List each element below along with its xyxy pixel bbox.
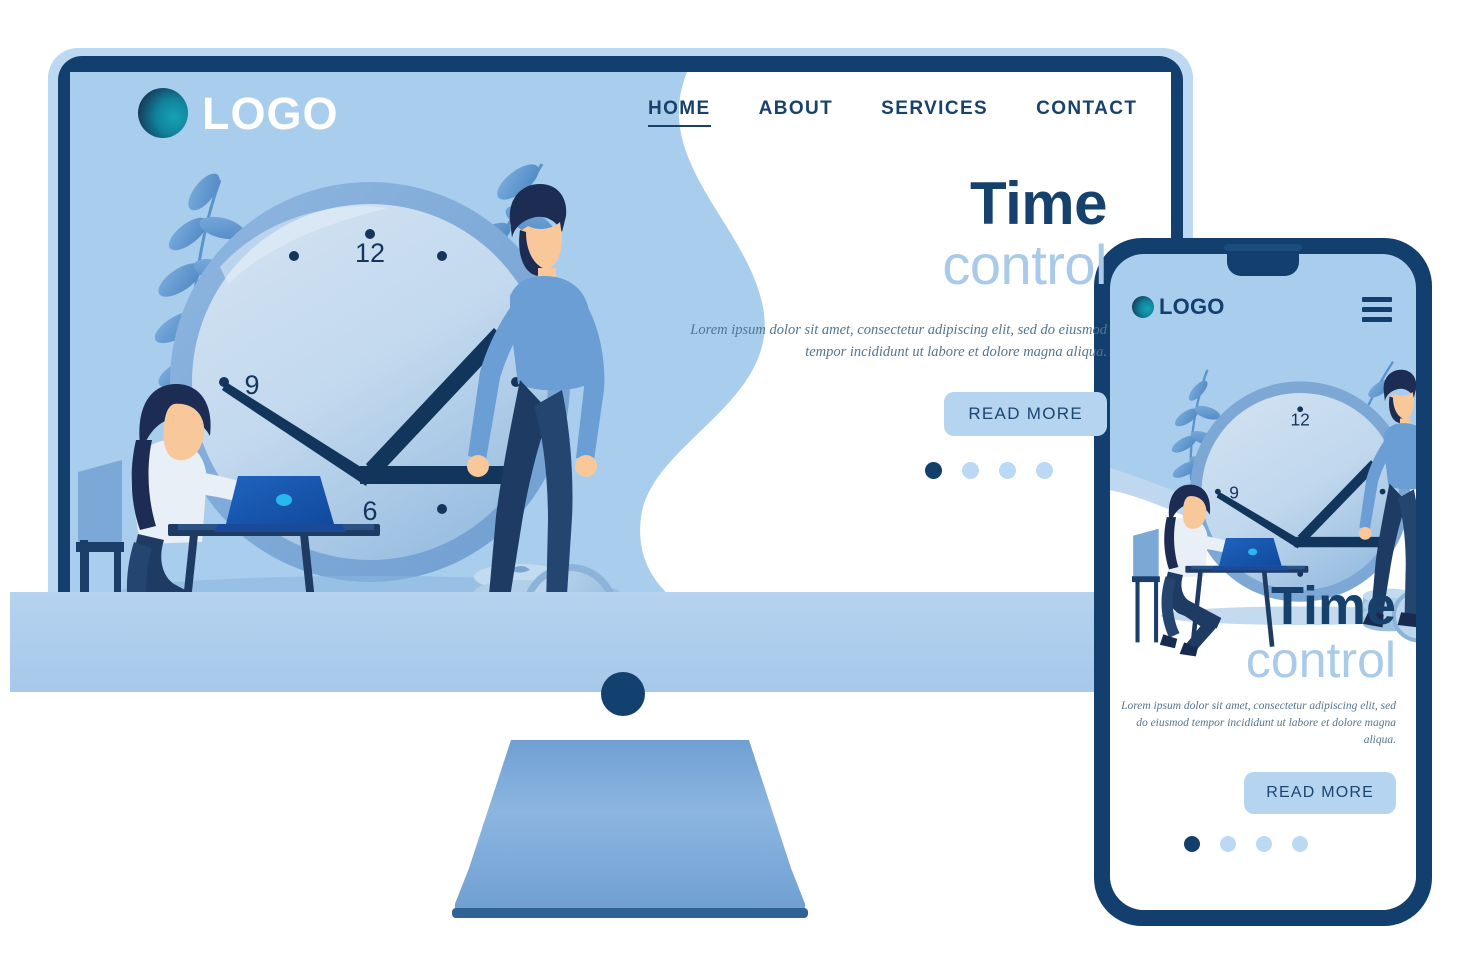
nav-item-services[interactable]: SERVICES bbox=[881, 98, 988, 127]
phone-brand-name: LOGO bbox=[1159, 294, 1225, 319]
phone-hero-subtitle: control bbox=[1245, 631, 1396, 688]
nav-item-about[interactable]: ABOUT bbox=[759, 98, 834, 127]
read-more-button[interactable]: READ MORE bbox=[944, 391, 1107, 436]
phone-logo-circle-icon bbox=[1132, 296, 1154, 318]
phone-read-more-button[interactable]: READ MORE bbox=[1244, 771, 1396, 814]
phone-carousel-dot-4[interactable] bbox=[1292, 835, 1308, 852]
carousel-dot-1[interactable] bbox=[925, 461, 942, 479]
carousel-dots bbox=[687, 461, 1107, 479]
monitor-power-indicator bbox=[601, 672, 645, 716]
desktop-navbar: LOGO HOME ABOUT SERVICES CONTACT bbox=[70, 72, 1171, 138]
desktop-monitor-mockup: 12 9 6 LOGO HOME ABOUT SERVICES CONTACT … bbox=[48, 48, 1193, 648]
monitor-stand bbox=[455, 740, 805, 918]
phone-notch bbox=[1227, 254, 1299, 276]
nav-item-home[interactable]: HOME bbox=[648, 98, 711, 127]
carousel-dot-2[interactable] bbox=[962, 461, 979, 479]
mobile-phone-mockup: 12 9 LOGO Time control Lorem ipsum dolor… bbox=[1094, 238, 1432, 926]
phone-hero-description: Lorem ipsum dolor sit amet, consectetur … bbox=[1121, 699, 1396, 747]
hero-title: Time bbox=[970, 170, 1107, 237]
brand-name: LOGO bbox=[202, 87, 339, 139]
carousel-dot-3[interactable] bbox=[999, 461, 1016, 479]
hamburger-icon[interactable] bbox=[1362, 297, 1392, 327]
phone-carousel-dot-2[interactable] bbox=[1220, 835, 1236, 852]
phone-carousel-dots bbox=[1110, 835, 1396, 852]
phone-carousel-dot-1[interactable] bbox=[1184, 835, 1200, 852]
desktop-screen: 12 9 6 LOGO HOME ABOUT SERVICES CONTACT … bbox=[70, 72, 1171, 624]
phone-speaker bbox=[1224, 244, 1302, 251]
phone-hero: Time control Lorem ipsum dolor sit amet,… bbox=[1110, 576, 1396, 852]
hero-subtitle: control bbox=[942, 233, 1107, 296]
phone-carousel-dot-3[interactable] bbox=[1256, 835, 1272, 852]
canvas: 12 9 6 LOGO HOME ABOUT SERVICES CONTACT … bbox=[0, 0, 1484, 980]
logo-circle-icon bbox=[138, 88, 188, 138]
monitor-stand-foot bbox=[452, 908, 808, 918]
desktop-hero: Time control Lorem ipsum dolor sit amet,… bbox=[687, 170, 1108, 479]
phone-brand-logo[interactable]: LOGO bbox=[1132, 296, 1225, 318]
nav-menu: HOME ABOUT SERVICES CONTACT bbox=[648, 98, 1137, 127]
nav-item-contact[interactable]: CONTACT bbox=[1036, 98, 1137, 127]
phone-hero-title: Time bbox=[1270, 576, 1396, 636]
svg-text:12: 12 bbox=[1291, 409, 1310, 429]
phone-screen: 12 9 LOGO Time control Lorem ipsum dolor… bbox=[1110, 254, 1416, 910]
carousel-dot-4[interactable] bbox=[1036, 461, 1053, 479]
hero-description: Lorem ipsum dolor sit amet, consectetur … bbox=[690, 321, 1107, 361]
svg-text:6: 6 bbox=[362, 496, 377, 526]
brand-logo[interactable]: LOGO bbox=[138, 88, 339, 138]
monitor-chin bbox=[10, 592, 1135, 692]
svg-text:12: 12 bbox=[355, 238, 385, 268]
phone-navbar: LOGO bbox=[1110, 296, 1416, 336]
time-management-illustration: 12 9 6 bbox=[76, 163, 620, 624]
